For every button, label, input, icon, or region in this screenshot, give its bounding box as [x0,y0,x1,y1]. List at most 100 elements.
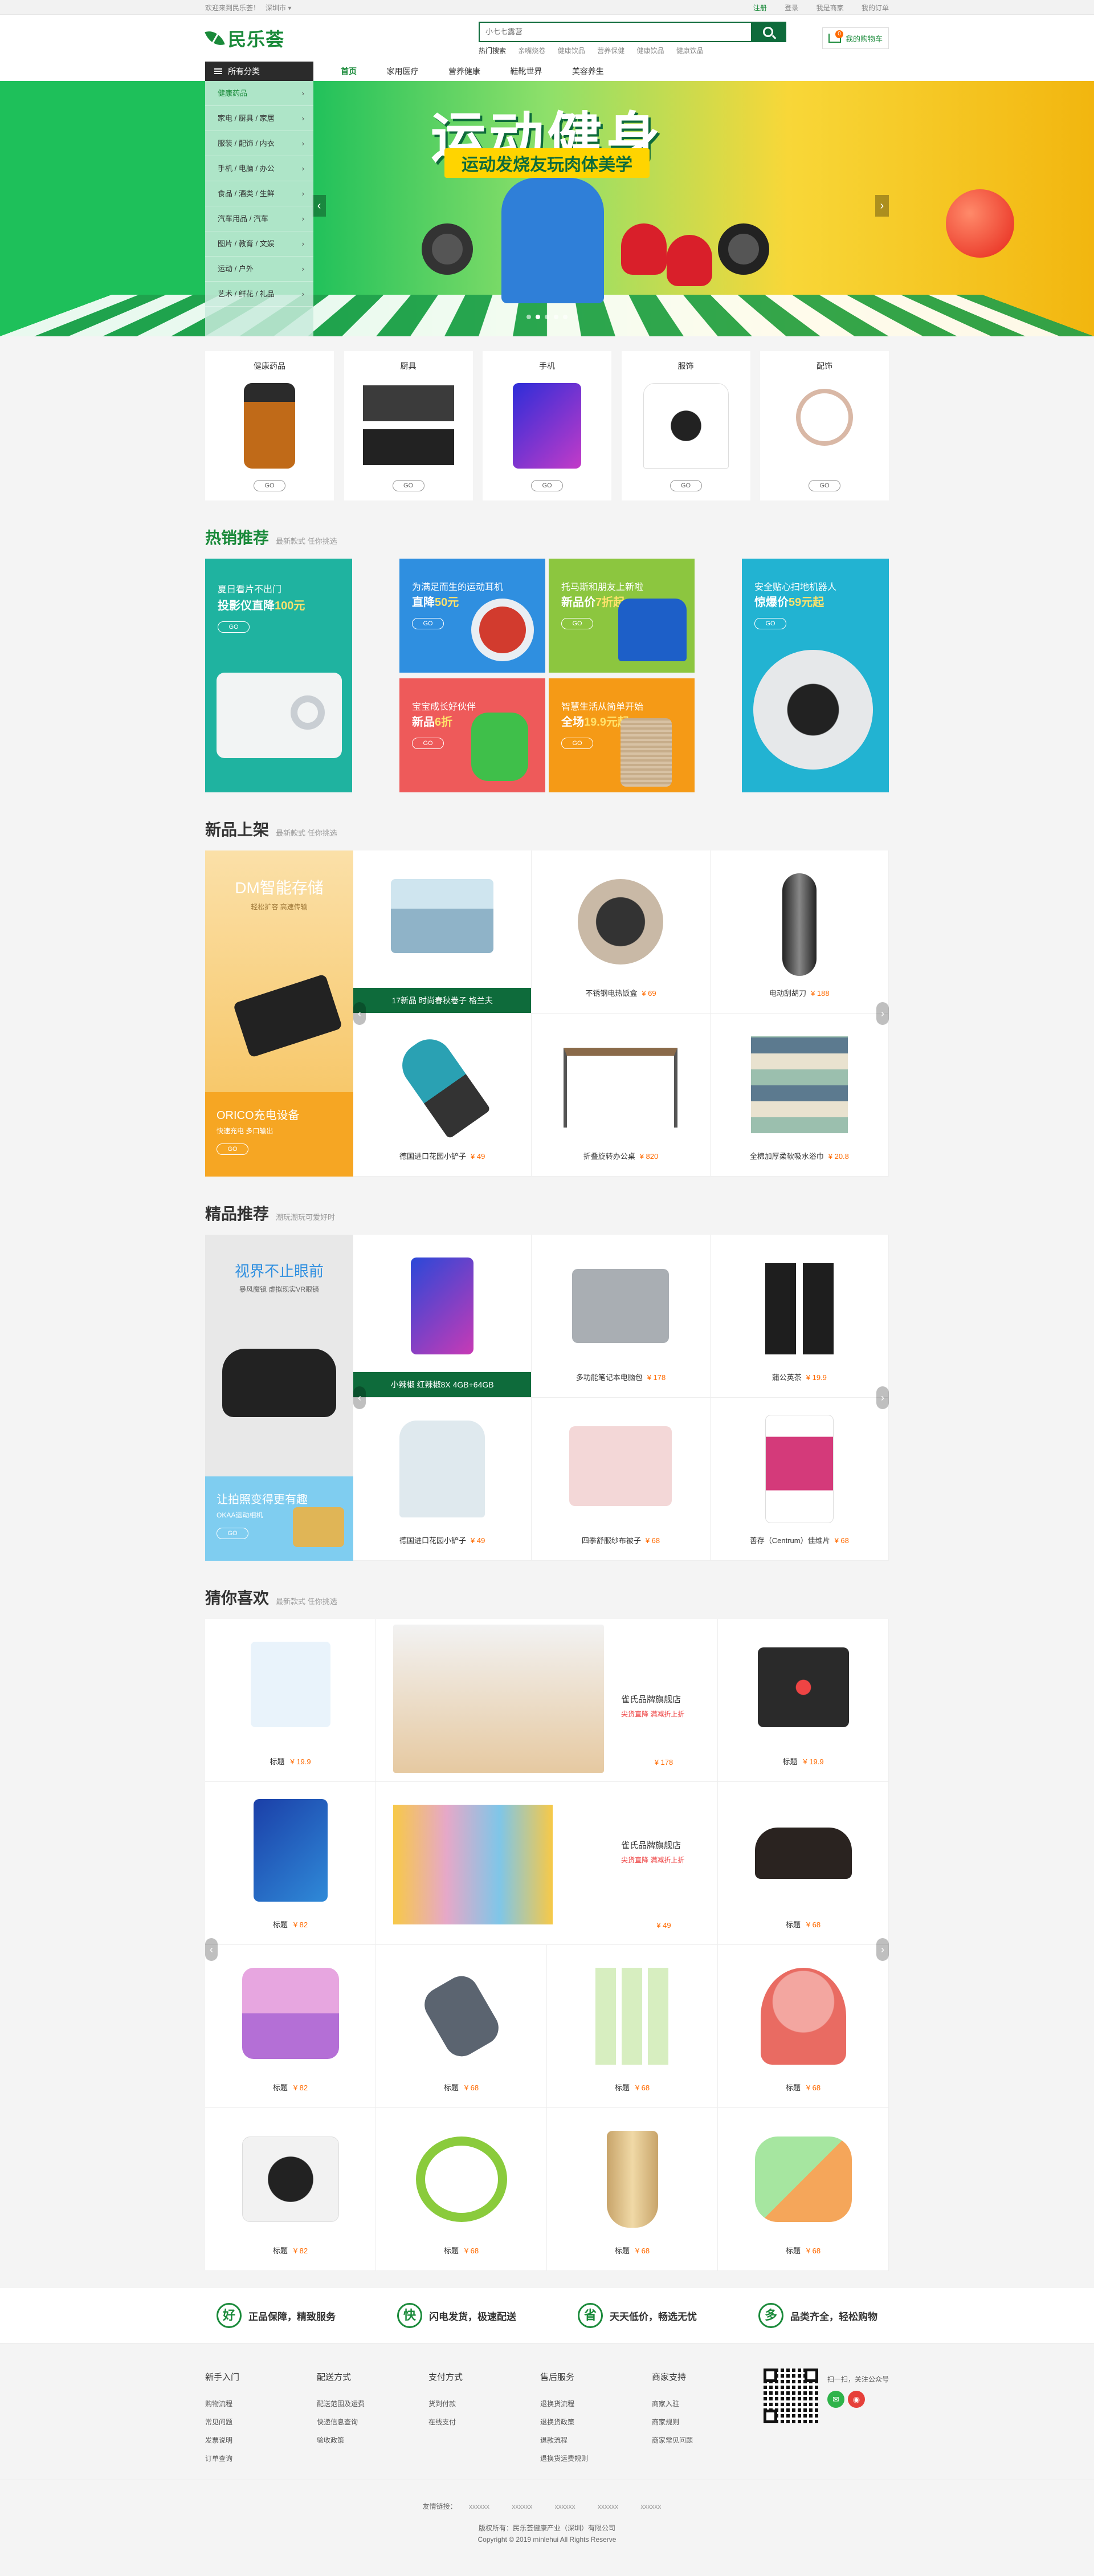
all-categories-button[interactable]: 所有分类 [205,62,313,81]
nav-item[interactable]: 美容养生 [572,67,604,76]
hot-search-item[interactable]: 健康饮品 [676,47,704,55]
go-button[interactable]: GO [561,738,593,749]
category-item[interactable]: 艺术 / 鲜花 / 礼品 [205,282,313,307]
footer-link[interactable]: 发票说明 [205,2431,317,2449]
product-card[interactable]: 标题 ¥ 68 [547,2108,718,2271]
hot-search-item[interactable]: 亲嘴烧卷 [518,47,545,55]
product-card[interactable]: 标题 ¥ 19.9 [718,1619,889,1782]
hot-search-item[interactable]: 健康饮品 [636,47,664,55]
quick-category-card[interactable]: 配饰 GO [760,351,889,500]
go-button[interactable]: GO [393,480,424,491]
footer-link[interactable]: 常见问题 [205,2413,317,2431]
category-item[interactable]: 汽车用品 / 汽车 [205,206,313,231]
footer-link[interactable]: 在线支付 [428,2413,540,2431]
product-card[interactable]: 标题 ¥ 68 [547,1945,718,2108]
category-item[interactable]: 手机 / 电脑 / 办公 [205,156,313,181]
login-link[interactable]: 登录 [785,4,798,12]
go-button[interactable]: GO [217,1143,248,1155]
quick-category-card[interactable]: 厨具 GO [344,351,473,500]
product-card[interactable]: 电动刮胡刀 ¥ 188 [711,850,889,1014]
hero-banner[interactable]: 健康药品 家电 / 厨具 / 家居 服装 / 配饰 / 内衣 手机 / 电脑 /… [0,81,1094,336]
logo[interactable]: 民乐荟 [205,25,479,51]
footer-link[interactable]: 退换货流程 [540,2395,652,2413]
product-card[interactable]: 小辣椒 红辣椒8X 4GB+64GB [353,1235,532,1398]
footer-link[interactable]: 购物流程 [205,2395,317,2413]
banner-dot[interactable] [554,315,558,319]
footer-link[interactable]: 退换货运费规则 [540,2449,652,2468]
my-orders-link[interactable]: 我的订单 [862,4,889,12]
go-button[interactable]: GO [254,480,285,491]
product-card[interactable]: 善存（Centrum）佳维片 ¥ 68 [711,1398,889,1561]
hot-card[interactable]: 为满足而生的运动耳机 直降50元 GO [399,559,545,673]
product-card[interactable]: 德国进口花园小铲子 ¥ 49 [353,1398,532,1561]
hot-card[interactable]: 安全贴心扫地机器人 惊爆价59元起 GO [742,559,889,792]
search-button[interactable] [751,23,785,41]
carousel-prev-arrow[interactable]: ‹ [353,1386,366,1409]
go-button[interactable]: GO [412,618,444,629]
product-card[interactable]: 标题 ¥ 68 [376,1945,547,2108]
friend-link[interactable]: xxxxxx [640,2502,661,2510]
category-item[interactable]: 服装 / 配饰 / 内衣 [205,131,313,156]
go-button[interactable]: GO [561,618,593,629]
carousel-next-arrow[interactable]: › [876,1002,889,1025]
go-button[interactable]: GO [412,738,444,749]
category-item[interactable]: 食品 / 酒类 / 生鲜 [205,181,313,206]
footer-link[interactable]: 快递信息查询 [317,2413,428,2431]
side-ad[interactable]: DM智能存储 轻松扩容 高速传输 [205,850,353,1092]
side-ad[interactable]: 视界不止眼前 暴风魔镜 虚拟现实VR眼镜 [205,1235,353,1476]
carousel-next-arrow[interactable]: › [876,1386,889,1409]
product-card[interactable]: 标题 ¥ 82 [205,1945,376,2108]
product-card[interactable]: 德国进口花园小铲子 ¥ 49 [353,1014,532,1177]
product-card[interactable]: 标题 ¥ 82 [205,2108,376,2271]
quick-category-card[interactable]: 手机 GO [483,351,611,500]
product-card[interactable]: 标题 ¥ 68 [718,1945,889,2108]
banner-prev-arrow[interactable]: ‹ [312,195,326,217]
nav-item[interactable]: 营养健康 [448,67,480,76]
product-card[interactable]: 多功能笔记本电脑包 ¥ 178 [532,1235,710,1398]
product-card[interactable]: 不锈钢电热饭盒 ¥ 69 [532,850,710,1014]
go-button[interactable]: GO [218,621,250,633]
footer-link[interactable]: 商家规则 [652,2413,764,2431]
go-button[interactable]: GO [670,480,702,491]
friend-link[interactable]: xxxxxx [598,2502,618,2510]
go-button[interactable]: GO [754,618,786,629]
friend-link[interactable]: xxxxxx [512,2502,532,2510]
hot-card[interactable]: 宝宝成长好伙伴 新品6折 GO [399,678,545,792]
category-item[interactable]: 健康药品 [205,81,313,106]
product-card[interactable]: 折叠旋转办公桌 ¥ 820 [532,1014,710,1177]
quick-category-card[interactable]: 服饰 GO [622,351,750,500]
side-ad[interactable]: ORICO充电设备 快速充电 多口输出 GO [205,1092,353,1177]
shop-promo-card[interactable]: 雀氏品牌旗舰店 尖货直降 满减折上折 ¥ 178 [376,1619,718,1782]
nav-item[interactable]: 家用医疗 [386,67,418,76]
footer-link[interactable]: 配送范围及运费 [317,2395,428,2413]
shop-promo-card[interactable]: 雀氏品牌旗舰店 尖货直降 满减折上折 ¥ 49 [376,1782,718,1945]
go-button[interactable]: GO [531,480,563,491]
cart-button[interactable]: 0 我的购物车 [822,27,889,49]
footer-link[interactable]: 商家入驻 [652,2395,764,2413]
footer-link[interactable]: 退款流程 [540,2431,652,2449]
nav-item[interactable]: 鞋靴世界 [510,67,542,76]
register-link[interactable]: 注册 [753,4,767,12]
merchant-link[interactable]: 我是商家 [817,4,844,12]
go-button[interactable]: GO [809,480,840,491]
go-button[interactable]: GO [217,1528,248,1539]
product-card[interactable]: 17新品 时尚春秋卷子 格兰夫 [353,850,532,1014]
friend-link[interactable]: xxxxxx [555,2502,575,2510]
footer-link[interactable]: 商家常见问题 [652,2431,764,2449]
city-selector[interactable]: 深圳市 [266,4,286,12]
banner-next-arrow[interactable]: › [875,195,889,217]
category-item[interactable]: 运动 / 户外 [205,257,313,282]
footer-link[interactable]: 验收政策 [317,2431,428,2449]
quick-category-card[interactable]: 健康药品 GO [205,351,334,500]
product-card[interactable]: 标题 ¥ 19.9 [205,1619,376,1782]
product-card[interactable]: 标题 ¥ 68 [718,2108,889,2271]
side-ad[interactable]: 让拍照变得更有趣 OKAA运动相机 GO [205,1476,353,1561]
friend-link[interactable]: xxxxxx [469,2502,489,2510]
carousel-prev-arrow[interactable]: ‹ [205,1938,218,1961]
product-card[interactable]: 全棉加厚柔软吸水浴巾 ¥ 20.8 [711,1014,889,1177]
product-card[interactable]: 蒲公英茶 ¥ 19.9 [711,1235,889,1398]
category-item[interactable]: 家电 / 厨具 / 家居 [205,106,313,131]
product-card[interactable]: 标题 ¥ 68 [718,1782,889,1945]
banner-dot[interactable] [563,315,568,319]
footer-link[interactable]: 订单查询 [205,2449,317,2468]
